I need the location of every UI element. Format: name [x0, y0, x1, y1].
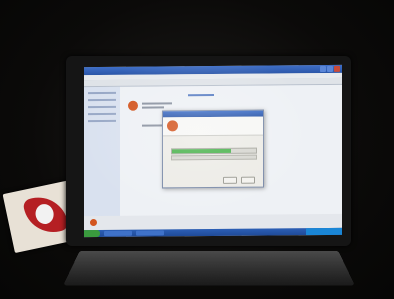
laptop-keyboard-base [63, 250, 355, 286]
photo-scene [0, 0, 394, 299]
dialog-header [163, 116, 263, 137]
progress-bar [171, 147, 257, 155]
file-label [142, 106, 164, 109]
start-button-icon[interactable] [84, 229, 100, 238]
close-icon[interactable] [334, 65, 340, 72]
sidebar-item[interactable] [88, 105, 116, 109]
sidebar-item[interactable] [88, 112, 116, 116]
sidebar-item[interactable] [88, 98, 116, 102]
maximize-icon[interactable] [327, 65, 333, 73]
ubuntu-logo-icon[interactable] [128, 100, 138, 111]
back-button[interactable] [223, 176, 237, 184]
system-tray [306, 227, 342, 236]
sidebar-item[interactable] [88, 119, 116, 123]
sidebar [84, 86, 120, 223]
minimize-icon[interactable] [320, 66, 326, 73]
ubuntu-logo-icon [167, 120, 178, 132]
secondary-progress-bar [171, 154, 257, 161]
cancel-button[interactable] [241, 176, 255, 184]
file-label [188, 93, 214, 97]
taskbar-item[interactable] [136, 230, 164, 236]
installer-dialog [162, 109, 264, 189]
ubuntu-logo-icon [90, 219, 97, 227]
taskbar-item[interactable] [104, 230, 132, 236]
progress-fill [172, 148, 231, 154]
laptop-screen [84, 64, 342, 238]
file-label [142, 102, 172, 105]
sidebar-item[interactable] [88, 91, 116, 95]
